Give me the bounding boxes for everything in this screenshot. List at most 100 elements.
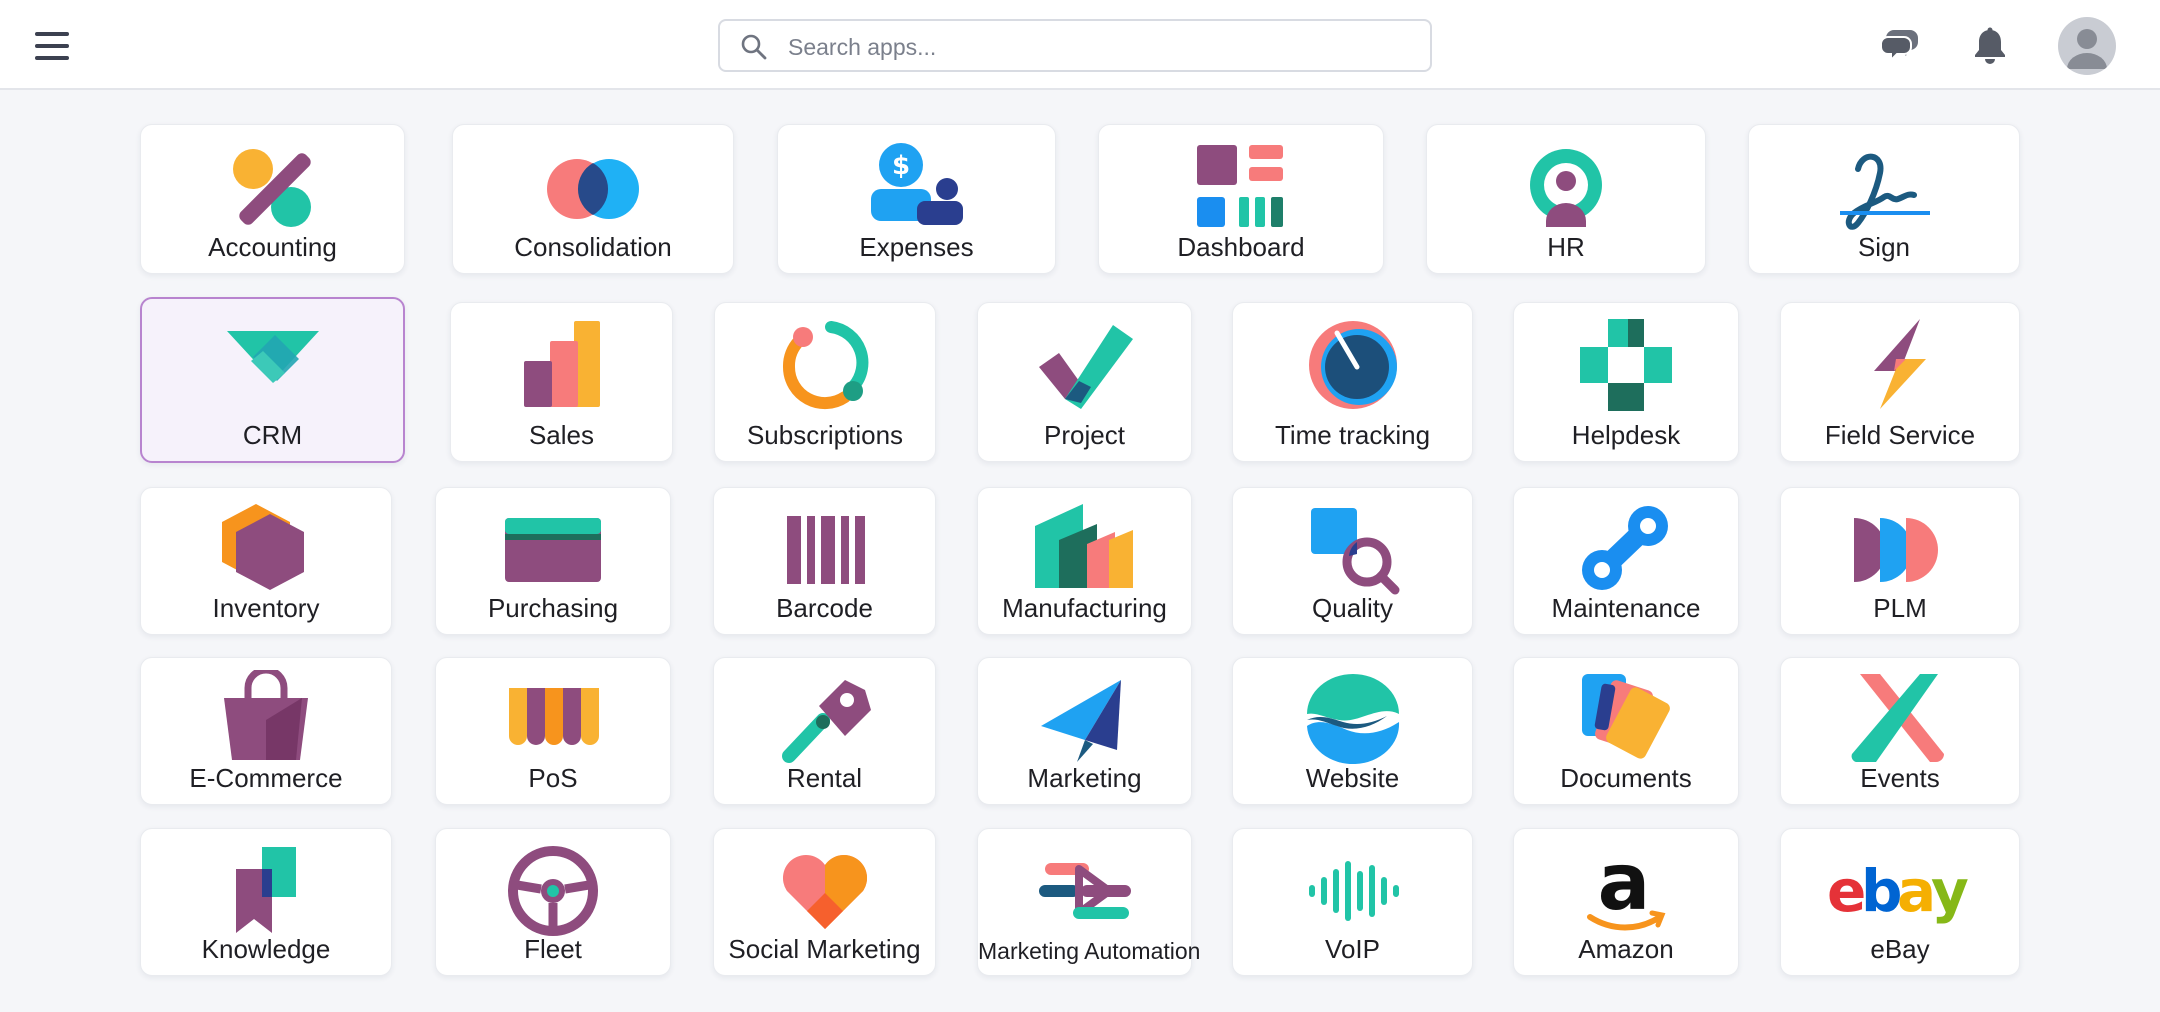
svg-text:$: $	[891, 151, 909, 181]
sign-icon	[1840, 153, 1930, 230]
events-icon	[1851, 674, 1944, 762]
app-tile-fleet[interactable]: Fleet	[435, 828, 671, 976]
app-tile-social-marketing[interactable]: Social Marketing	[713, 828, 936, 976]
app-tile-plm[interactable]: PLM	[1780, 487, 2020, 635]
project-icon	[1038, 325, 1133, 409]
marketing-automation-icon	[1038, 863, 1131, 919]
app-label: PLM	[1873, 593, 1927, 623]
app-tile-rental[interactable]: Rental	[713, 657, 936, 805]
app-tile-ecommerce[interactable]: E-Commerce	[140, 657, 392, 805]
sales-icon	[523, 321, 600, 407]
pos-icon	[509, 688, 599, 745]
app-tile-purchasing[interactable]: Purchasing	[435, 487, 671, 635]
app-tile-amazon[interactable]: a Amazon	[1513, 828, 1739, 976]
app-label: Website	[1305, 763, 1400, 793]
user-avatar-icon	[2067, 29, 2107, 69]
app-tile-sign[interactable]: Sign	[1748, 124, 2020, 274]
app-tile-knowledge[interactable]: Knowledge	[140, 828, 392, 976]
app-tile-sales[interactable]: Sales	[450, 302, 673, 462]
app-label: Time tracking	[1274, 420, 1431, 450]
app-label: Dashboard	[1177, 232, 1305, 262]
app-label: PoS	[528, 763, 578, 793]
barcode-icon	[786, 516, 865, 584]
chat-icon[interactable]	[1880, 26, 1920, 64]
app-tile-dashboard[interactable]: Dashboard	[1098, 124, 1384, 274]
app-label: Helpdesk	[1571, 420, 1681, 450]
app-label: Inventory	[212, 593, 320, 623]
consolidation-icon	[547, 159, 639, 219]
app-tile-hr[interactable]: HR	[1426, 124, 1706, 274]
app-tile-voip[interactable]: VoIP	[1232, 828, 1473, 976]
app-tile-website[interactable]: Website	[1232, 657, 1473, 805]
crm-icon	[226, 331, 319, 383]
app-tile-crm[interactable]: CRM	[140, 297, 405, 463]
inventory-icon	[222, 504, 304, 590]
top-bar	[0, 0, 2160, 90]
app-tile-field-service[interactable]: Field Service	[1780, 302, 2020, 462]
quality-icon	[1310, 508, 1399, 595]
app-tile-inventory[interactable]: Inventory	[140, 487, 392, 635]
accounting-icon	[232, 149, 311, 227]
app-label: Maintenance	[1551, 593, 1701, 623]
app-label: Events	[1860, 763, 1940, 793]
app-label: Marketing	[1027, 763, 1142, 793]
app-label: Documents	[1560, 763, 1692, 793]
app-label: Consolidation	[514, 232, 672, 262]
app-tile-consolidation[interactable]: Consolidation	[452, 124, 734, 274]
app-label: Purchasing	[487, 593, 619, 623]
marketing-icon	[1040, 680, 1121, 762]
svg-text:e: e	[1827, 857, 1864, 925]
app-tile-time-tracking[interactable]: Time tracking	[1232, 302, 1473, 462]
voip-icon	[1308, 861, 1399, 921]
app-label: eBay	[1870, 934, 1930, 964]
app-label: Manufacturing	[1002, 593, 1167, 623]
search-box[interactable]	[718, 19, 1432, 72]
app-tile-helpdesk[interactable]: Helpdesk	[1513, 302, 1739, 462]
time-tracking-icon	[1308, 321, 1397, 409]
rental-icon	[781, 680, 871, 763]
website-icon	[1306, 674, 1399, 765]
app-tile-marketing-automation[interactable]: Marketing Automation	[977, 828, 1201, 976]
hr-icon	[1530, 149, 1602, 227]
svg-text:b: b	[1861, 857, 1900, 925]
app-tile-marketing[interactable]: Marketing	[977, 657, 1192, 805]
search-icon	[741, 34, 767, 60]
app-label: Barcode	[776, 593, 873, 623]
app-tile-quality[interactable]: Quality	[1232, 487, 1473, 635]
app-tile-barcode[interactable]: Barcode	[713, 487, 936, 635]
app-tile-documents[interactable]: Documents	[1513, 657, 1739, 805]
app-tile-subscriptions[interactable]: Subscriptions	[714, 302, 936, 462]
ecommerce-icon	[224, 670, 308, 760]
search-input[interactable]	[786, 27, 1410, 67]
purchasing-icon	[505, 518, 601, 582]
app-label: VoIP	[1325, 934, 1380, 964]
social-marketing-icon	[782, 854, 867, 929]
helpdesk-icon	[1580, 319, 1672, 411]
app-label: Quality	[1312, 593, 1393, 623]
svg-text:a: a	[1598, 841, 1651, 928]
menu-icon[interactable]	[30, 26, 76, 66]
app-tile-manufacturing[interactable]: Manufacturing	[977, 487, 1192, 635]
app-label: Field Service	[1824, 420, 1976, 450]
documents-icon	[1582, 674, 1670, 759]
app-label: CRM	[242, 420, 303, 450]
app-label: Marketing Automation	[978, 938, 1201, 964]
app-tile-expenses[interactable]: $ Expenses	[777, 124, 1056, 274]
subscriptions-icon	[782, 321, 869, 410]
app-tile-maintenance[interactable]: Maintenance	[1513, 487, 1739, 635]
app-label: Amazon	[1578, 934, 1674, 964]
dashboard-icon	[1197, 145, 1283, 227]
app-tile-pos[interactable]: PoS	[435, 657, 671, 805]
app-tile-accounting[interactable]: Accounting	[140, 124, 405, 274]
user-avatar[interactable]	[2058, 17, 2116, 75]
manufacturing-icon	[1034, 504, 1133, 588]
app-tile-ebay[interactable]: e b a y eBay	[1780, 828, 2020, 976]
knowledge-icon	[236, 847, 296, 933]
app-tile-events[interactable]: Events	[1780, 657, 2020, 805]
app-tile-project[interactable]: Project	[977, 302, 1192, 462]
app-label: Sales	[528, 420, 595, 450]
app-label: Rental	[786, 763, 863, 793]
app-label: Expenses	[859, 232, 974, 262]
bell-icon[interactable]	[1972, 26, 2008, 66]
plm-icon	[1854, 518, 1938, 582]
